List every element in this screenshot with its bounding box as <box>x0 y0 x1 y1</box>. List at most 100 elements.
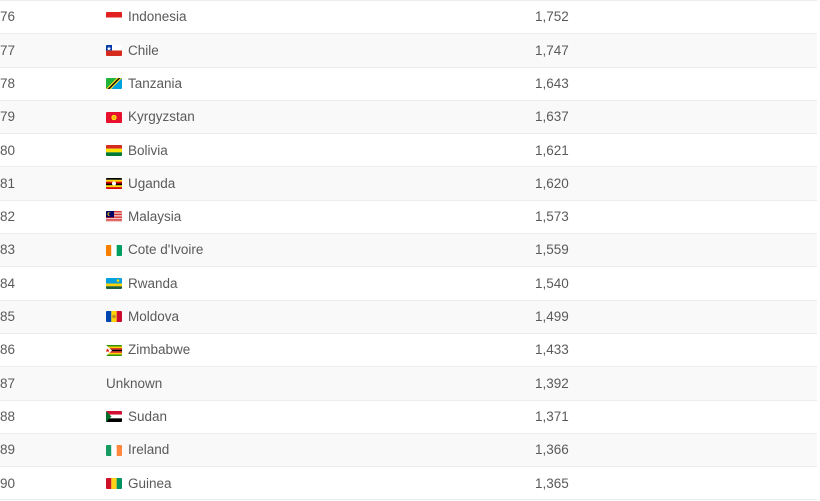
rank-cell: 76 <box>0 0 54 35</box>
flag-kyrgyzstan-icon <box>106 111 122 123</box>
value-cell: 1,637 <box>534 99 817 135</box>
rank-cell: 81 <box>0 166 54 201</box>
country-name: Unknown <box>106 375 163 391</box>
value-text: 1,620 <box>535 175 569 191</box>
value-cell: 1,747 <box>534 33 817 68</box>
country-wrapper: Indonesia <box>54 10 534 24</box>
value-cell: 1,433 <box>534 332 817 368</box>
table-row[interactable]: 89 Ireland 1,366 <box>0 432 817 468</box>
country-name: Sudan <box>128 408 168 424</box>
value-text: 1,392 <box>535 375 569 391</box>
country-cell: Malaysia <box>54 199 534 235</box>
country-wrapper: Tanzania <box>54 77 534 91</box>
country-name: Ireland <box>128 442 170 458</box>
value-cell: 1,643 <box>534 66 817 101</box>
value-cell: 1,540 <box>534 266 817 301</box>
value-text: 1,366 <box>535 442 569 458</box>
value-cell: 1,392 <box>534 366 817 401</box>
value-text: 1,752 <box>535 9 569 25</box>
table-row[interactable]: 86 Zimbabwe 1,433 <box>0 332 817 368</box>
country-name: Malaysia <box>128 209 182 225</box>
flag-guinea-icon <box>106 477 122 489</box>
value-text: 1,499 <box>535 309 569 325</box>
table-row[interactable]: 85 Moldova 1,499 <box>0 299 817 334</box>
country-wrapper: Unknown <box>54 377 534 391</box>
table-row[interactable]: 76 Indonesia 1,752 <box>0 0 817 35</box>
value-cell: 1,573 <box>534 199 817 235</box>
value-text: 1,621 <box>535 142 569 158</box>
table-row[interactable]: 83 Cote d'Ivoire 1,559 <box>0 233 817 268</box>
table-row[interactable]: 79 Kyrgyzstan 1,637 <box>0 99 817 135</box>
value-cell: 1,559 <box>534 233 817 268</box>
country-name: Uganda <box>128 175 176 191</box>
flag-cote-divoire-icon <box>106 244 122 256</box>
value-cell: 1,752 <box>534 0 817 35</box>
flag-chile-icon <box>106 44 122 56</box>
country-wrapper: Malaysia <box>54 210 534 224</box>
country-name: Bolivia <box>128 142 168 158</box>
country-wrapper: Moldova <box>54 310 534 324</box>
flag-tanzania-icon <box>106 78 122 90</box>
table-row[interactable]: 78 Tanzania 1,643 <box>0 66 817 101</box>
country-cell: Ireland <box>54 432 534 468</box>
rank-cell: 90 <box>0 466 54 501</box>
value-cell: 1,621 <box>534 133 817 168</box>
ranking-table-body: 76 Indonesia 1,752 77 Chile 1,747 78 Tanzania 1,… <box>0 0 817 501</box>
country-cell: Kyrgyzstan <box>54 99 534 135</box>
country-cell: Sudan <box>54 399 534 434</box>
table-row[interactable]: 87 Unknown 1,392 <box>0 366 817 401</box>
country-cell: Zimbabwe <box>54 332 534 368</box>
value-cell: 1,366 <box>534 432 817 468</box>
flag-moldova-icon <box>106 311 122 323</box>
country-cell: Moldova <box>54 299 534 334</box>
rank-cell: 83 <box>0 233 54 268</box>
rank-cell: 89 <box>0 432 54 468</box>
country-cell: Bolivia <box>54 133 534 168</box>
country-cell: Chile <box>54 33 534 68</box>
rank-cell: 88 <box>0 399 54 434</box>
flag-bolivia-icon <box>106 144 122 156</box>
country-wrapper: Sudan <box>54 410 534 424</box>
value-text: 1,747 <box>535 42 569 58</box>
country-name: Kyrgyzstan <box>128 109 195 125</box>
country-wrapper: Cote d'Ivoire <box>54 243 534 257</box>
country-name: Zimbabwe <box>128 342 191 358</box>
rank-cell: 85 <box>0 299 54 334</box>
rank-cell: 80 <box>0 133 54 168</box>
value-cell: 1,620 <box>534 166 817 201</box>
flag-indonesia-icon <box>106 11 122 23</box>
country-wrapper: Bolivia <box>54 144 534 158</box>
country-wrapper: Chile <box>54 44 534 58</box>
country-cell: Rwanda <box>54 266 534 301</box>
table-row[interactable]: 90 Guinea 1,365 <box>0 466 817 501</box>
table-row[interactable]: 77 Chile 1,747 <box>0 33 817 68</box>
flag-rwanda-icon <box>106 278 122 290</box>
country-name: Rwanda <box>128 275 178 291</box>
country-cell: Guinea <box>54 466 534 501</box>
flag-sudan-icon <box>106 411 122 423</box>
table-row[interactable]: 81 Uganda 1,620 <box>0 166 817 201</box>
country-ranking-table: 76 Indonesia 1,752 77 Chile 1,747 78 Tanzania 1,… <box>0 0 817 501</box>
flag-ireland-icon <box>106 444 122 456</box>
value-cell: 1,365 <box>534 466 817 501</box>
value-text: 1,573 <box>535 209 569 225</box>
table-row[interactable]: 80 Bolivia 1,621 <box>0 133 817 168</box>
country-name: Moldova <box>128 309 180 325</box>
country-cell: Indonesia <box>54 0 534 35</box>
rank-cell: 78 <box>0 66 54 101</box>
flag-malaysia-icon <box>106 211 122 223</box>
table-row[interactable]: 88 Sudan 1,371 <box>0 399 817 434</box>
country-name: Tanzania <box>128 75 183 91</box>
table-row[interactable]: 82 Malaysia 1,573 <box>0 199 817 235</box>
table-row[interactable]: 84 Rwanda 1,540 <box>0 266 817 301</box>
country-cell: Tanzania <box>54 66 534 101</box>
rank-cell: 79 <box>0 99 54 135</box>
value-cell: 1,499 <box>534 299 817 334</box>
value-text: 1,371 <box>535 408 569 424</box>
country-cell: Unknown <box>54 366 534 401</box>
value-text: 1,637 <box>535 109 569 125</box>
rank-cell: 87 <box>0 366 54 401</box>
country-wrapper: Uganda <box>54 177 534 191</box>
value-text: 1,540 <box>535 275 569 291</box>
country-wrapper: Rwanda <box>54 277 534 291</box>
